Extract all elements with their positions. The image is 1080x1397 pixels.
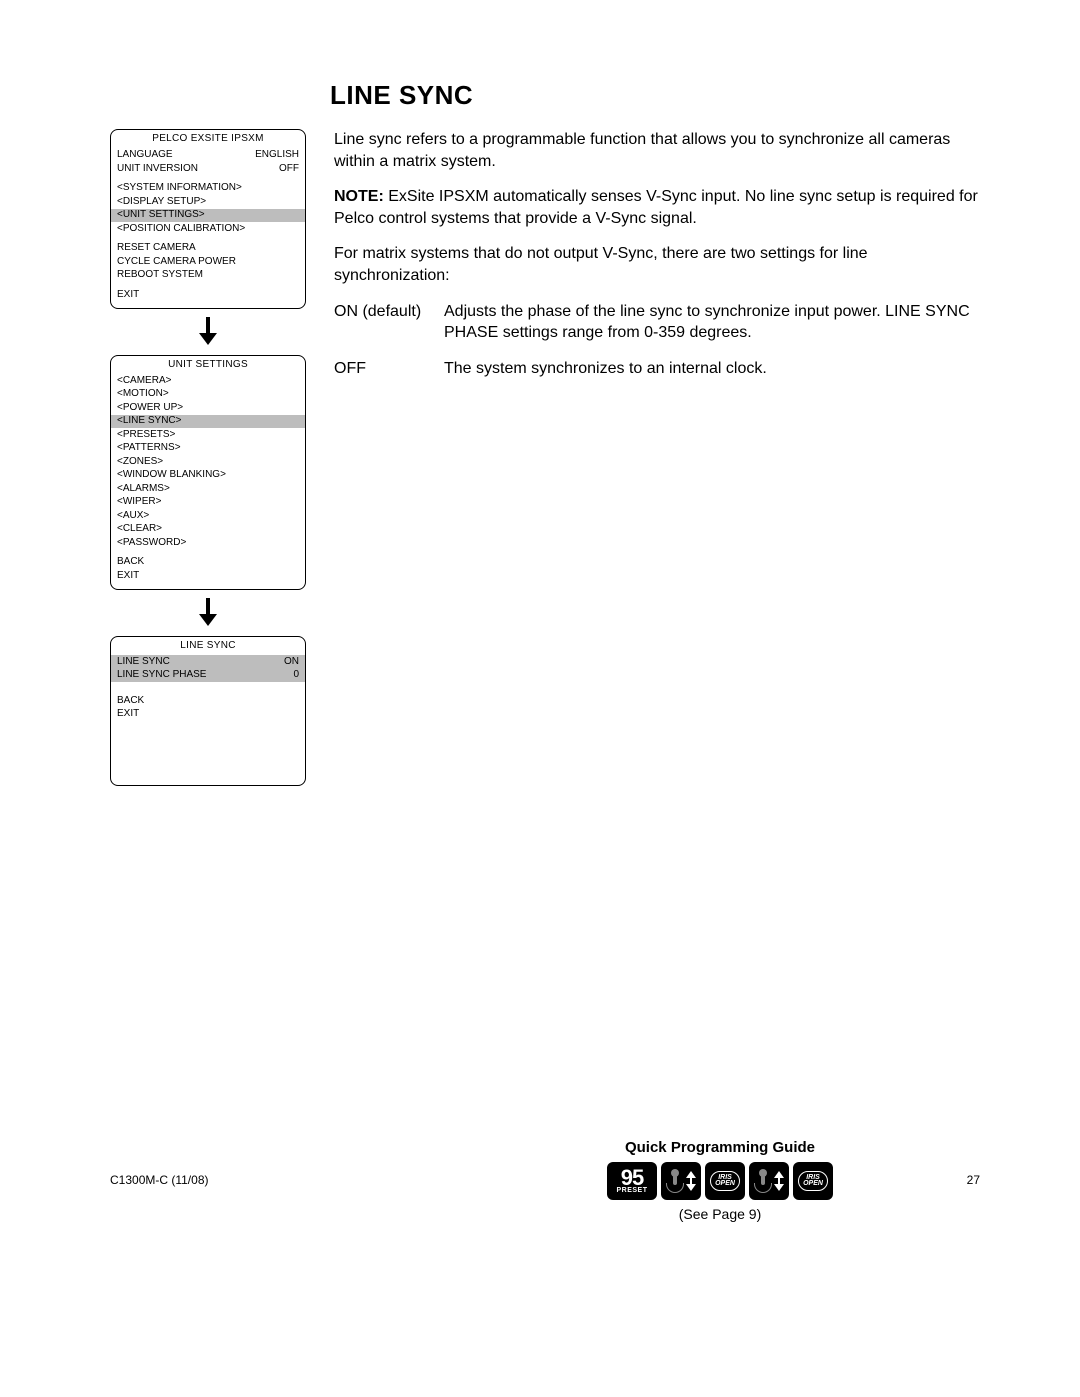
menu-row-linesync: LINE SYNC ON: [111, 655, 305, 669]
body-text: Line sync refers to a programmable funct…: [334, 129, 980, 393]
menu-unit-settings: UNIT SETTINGS <CAMERA> <MOTION> <POWER U…: [110, 355, 306, 590]
page-footer: C1300M-C (11/08) 27: [110, 1173, 980, 1187]
paragraph-note: NOTE: ExSite IPSXM automatically senses …: [334, 186, 980, 229]
menu-item-powerup: <POWER UP>: [117, 401, 299, 415]
menu-row-linesync-phase: LINE SYNC PHASE 0: [111, 669, 305, 683]
menu-value: ENGLISH: [255, 149, 299, 162]
menu-item-patterns: <PATTERNS>: [117, 442, 299, 456]
menu-item-motion: <MOTION>: [117, 388, 299, 402]
menu-value: ON: [284, 656, 299, 669]
menu-item-camera: <CAMERA>: [117, 374, 299, 388]
footer-pagenum: 27: [967, 1173, 980, 1187]
menu-item-exit: EXIT: [117, 569, 299, 583]
menu-main-title: PELCO EXSITE IPSXM: [111, 130, 305, 149]
qpg-title: Quick Programming Guide: [600, 1139, 840, 1156]
menu-row-language: LANGUAGE ENGLISH: [117, 149, 299, 163]
note-text: ExSite IPSXM automatically senses V-Sync…: [334, 188, 978, 227]
paragraph-intro: Line sync refers to a programmable funct…: [334, 129, 980, 172]
menu-item-reset: RESET CAMERA: [117, 242, 299, 256]
menu-main: PELCO EXSITE IPSXM LANGUAGE ENGLISH UNIT…: [110, 129, 306, 309]
menu-item-wiper: <WIPER>: [117, 496, 299, 510]
menu-value: 0: [293, 669, 299, 682]
page-title: Line Sync: [330, 80, 980, 111]
note-label: NOTE:: [334, 188, 384, 205]
menu-item-reboot: REBOOT SYSTEM: [117, 269, 299, 283]
def-row-on: ON (default) Adjusts the phase of the li…: [334, 301, 980, 344]
def-desc: The system synchronizes to an internal c…: [444, 358, 980, 380]
menu-item-exit: EXIT: [117, 288, 299, 302]
menu-item-linesync: <LINE SYNC>: [111, 415, 305, 429]
menu-value: OFF: [279, 163, 299, 176]
menu-item-exit: EXIT: [117, 708, 299, 722]
footer-docid: C1300M-C (11/08): [110, 1173, 208, 1187]
arrow-down-icon: [110, 590, 306, 636]
menu-item-display: <DISPLAY SETUP>: [117, 195, 299, 209]
menu-item-alarms: <ALARMS>: [117, 482, 299, 496]
menu-item-back: BACK: [117, 694, 299, 708]
preset-label: PRESET: [616, 1187, 647, 1194]
menu-item-unit-settings: <UNIT SETTINGS>: [111, 209, 305, 223]
def-row-off: OFF The system synchronizes to an intern…: [334, 358, 980, 380]
def-label: ON (default): [334, 301, 444, 344]
menu-label: LINE SYNC: [117, 656, 170, 669]
menu-line-sync: LINE SYNC LINE SYNC ON LINE SYNC PHASE 0…: [110, 636, 306, 786]
menu-label: UNIT INVERSION: [117, 163, 198, 176]
menu-item-poscal: <POSITION CALIBRATION>: [117, 222, 299, 236]
menu-label: LANGUAGE: [117, 149, 173, 162]
menu-item-clear: <CLEAR>: [117, 523, 299, 537]
qpg-see-page: (See Page 9): [600, 1206, 840, 1222]
menu-item-cycle: CYCLE CAMERA POWER: [117, 255, 299, 269]
paragraph-settings: For matrix systems that do not output V-…: [334, 243, 980, 286]
menu-row-inversion: UNIT INVERSION OFF: [117, 162, 299, 176]
def-label: OFF: [334, 358, 444, 380]
menu-label: LINE SYNC PHASE: [117, 669, 206, 682]
menu-tree: PELCO EXSITE IPSXM LANGUAGE ENGLISH UNIT…: [110, 129, 306, 786]
menu-item-winblank: <WINDOW BLANKING>: [117, 469, 299, 483]
menu-item-sysinfo: <SYSTEM INFORMATION>: [117, 182, 299, 196]
menu-unit-title: UNIT SETTINGS: [111, 356, 305, 375]
menu-linesync-title: LINE SYNC: [111, 637, 305, 656]
menu-item-zones: <ZONES>: [117, 455, 299, 469]
menu-item-presets: <PRESETS>: [117, 428, 299, 442]
menu-item-password: <PASSWORD>: [117, 536, 299, 550]
menu-item-aux: <AUX>: [117, 509, 299, 523]
arrow-down-icon: [110, 309, 306, 355]
menu-item-back: BACK: [117, 556, 299, 570]
def-desc: Adjusts the phase of the line sync to sy…: [444, 301, 980, 344]
